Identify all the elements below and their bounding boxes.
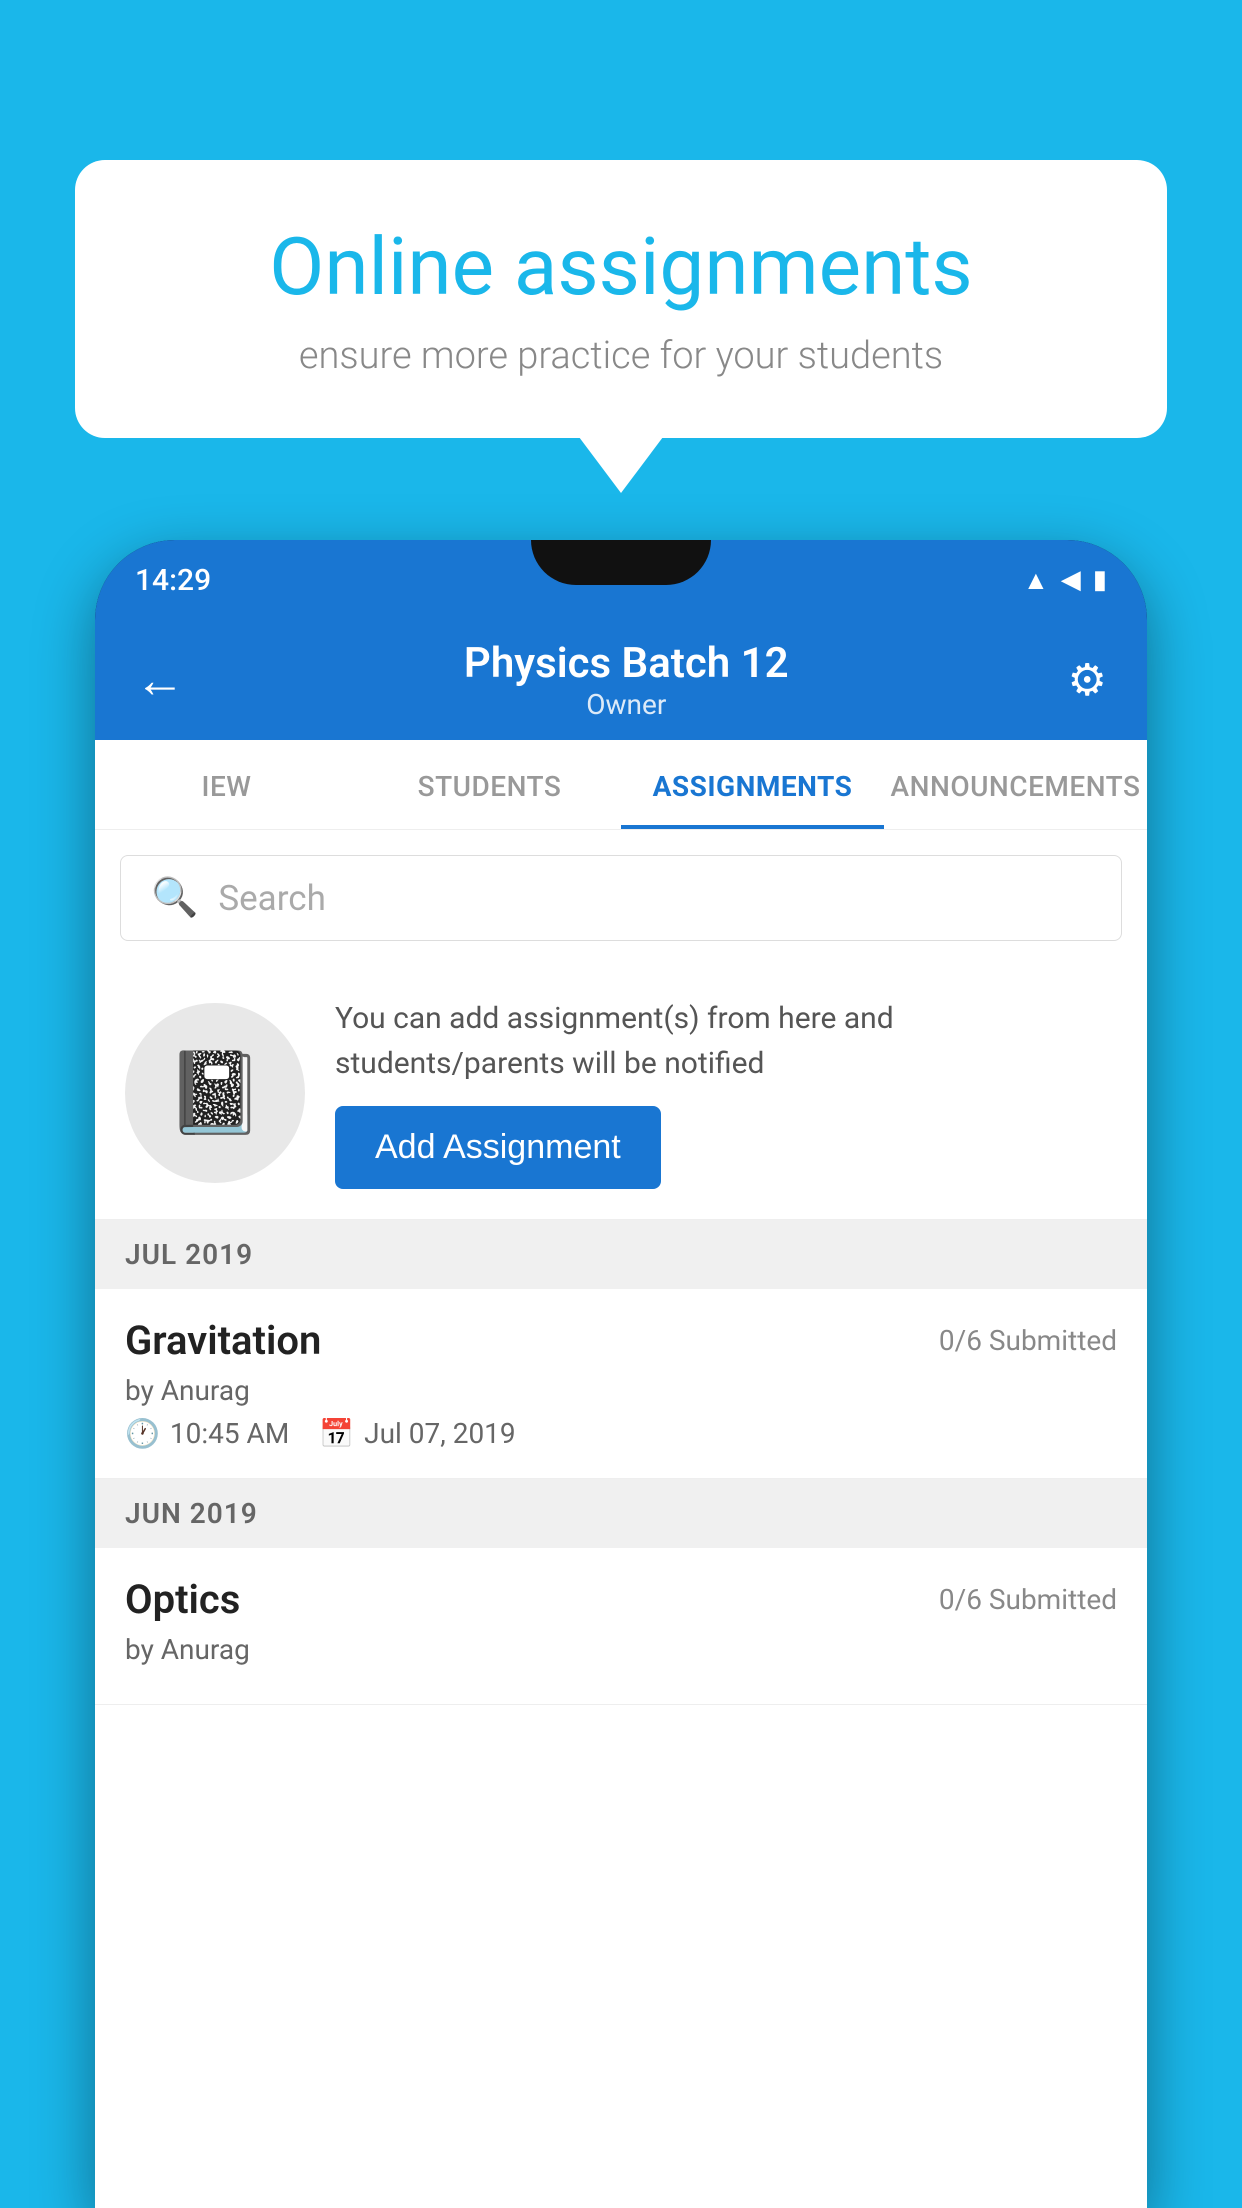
assignment-date: 📅 Jul 07, 2019	[319, 1417, 515, 1450]
header-title: Physics Batch 12	[185, 639, 1068, 688]
time-text: 10:45 AM	[170, 1417, 289, 1450]
back-button[interactable]: ←	[135, 651, 185, 710]
search-placeholder: Search	[218, 878, 326, 919]
tab-bar: IEW STUDENTS ASSIGNMENTS ANNOUNCEMENTS	[95, 740, 1147, 830]
add-assignment-button[interactable]: Add Assignment	[335, 1106, 661, 1189]
status-icons: ▲ ◀ ▮	[1023, 565, 1107, 596]
status-bar: 14:29 ▲ ◀ ▮	[95, 540, 1147, 620]
tab-iew[interactable]: IEW	[95, 770, 358, 829]
header-title-area: Physics Batch 12 Owner	[185, 639, 1068, 721]
notebook-icon: 📓	[165, 1046, 265, 1140]
status-time: 14:29	[135, 563, 211, 598]
assignment-title-optics: Optics	[125, 1576, 240, 1623]
header-subtitle: Owner	[185, 688, 1068, 721]
assignment-top-row: Gravitation 0/6 Submitted	[125, 1317, 1117, 1364]
assignment-by-gravitation: by Anurag	[125, 1374, 1117, 1407]
settings-icon[interactable]: ⚙	[1068, 654, 1107, 706]
notebook-icon-circle: 📓	[125, 1003, 305, 1183]
clock-icon: 🕐	[125, 1417, 160, 1450]
phone-frame: 14:29 ▲ ◀ ▮ ← Physics Batch 12 Owner ⚙ I…	[95, 540, 1147, 2208]
app-header: ← Physics Batch 12 Owner ⚙	[95, 620, 1147, 740]
assignment-title-gravitation: Gravitation	[125, 1317, 321, 1364]
search-icon: 🔍	[151, 876, 198, 920]
speech-bubble: Online assignments ensure more practice …	[75, 160, 1167, 438]
tab-students[interactable]: STUDENTS	[358, 770, 621, 829]
tab-announcements[interactable]: ANNOUNCEMENTS	[884, 770, 1147, 829]
info-text-area: You can add assignment(s) from here and …	[335, 996, 1117, 1189]
assignment-top-row-optics: Optics 0/6 Submitted	[125, 1576, 1117, 1623]
assignment-by-optics: by Anurag	[125, 1633, 1117, 1666]
assignment-meta-gravitation: 🕐 10:45 AM 📅 Jul 07, 2019	[125, 1417, 1117, 1450]
assignment-submitted-gravitation: 0/6 Submitted	[939, 1324, 1117, 1357]
assignment-submitted-optics: 0/6 Submitted	[939, 1583, 1117, 1616]
search-bar[interactable]: 🔍 Search	[120, 855, 1122, 941]
info-text: You can add assignment(s) from here and …	[335, 996, 1117, 1086]
signal-icon: ◀	[1061, 565, 1081, 595]
calendar-icon: 📅	[319, 1417, 354, 1450]
month-header-jun: JUN 2019	[95, 1479, 1147, 1548]
phone-screen: 🔍 Search 📓 You can add assignment(s) fro…	[95, 830, 1147, 2208]
info-banner: 📓 You can add assignment(s) from here an…	[95, 966, 1147, 1220]
wifi-icon: ▲	[1023, 565, 1049, 596]
assignment-optics[interactable]: Optics 0/6 Submitted by Anurag	[95, 1548, 1147, 1705]
date-text: Jul 07, 2019	[364, 1417, 516, 1450]
tab-assignments[interactable]: ASSIGNMENTS	[621, 770, 884, 829]
bubble-subtitle: ensure more practice for your students	[145, 334, 1097, 378]
assignment-gravitation[interactable]: Gravitation 0/6 Submitted by Anurag 🕐 10…	[95, 1289, 1147, 1479]
month-header-jul: JUL 2019	[95, 1220, 1147, 1289]
assignment-time: 🕐 10:45 AM	[125, 1417, 289, 1450]
bubble-title: Online assignments	[145, 220, 1097, 314]
battery-icon: ▮	[1093, 565, 1107, 595]
